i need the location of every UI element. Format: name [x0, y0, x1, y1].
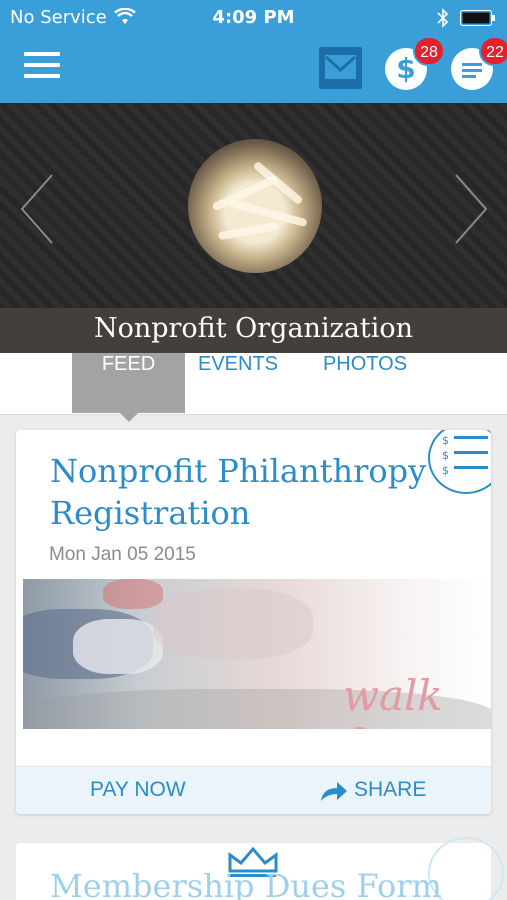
tab-photos[interactable]: PHOTOS — [318, 353, 412, 413]
mail-button[interactable] — [319, 47, 362, 89]
tab-events[interactable]: EVENTS — [192, 353, 284, 413]
svg-text:$: $ — [442, 464, 449, 477]
card-image-caption: walk fo — [343, 671, 443, 729]
mail-icon — [325, 55, 356, 79]
organization-header: Nonprofit Organization — [0, 103, 507, 353]
chevron-right-icon[interactable] — [450, 173, 490, 245]
clock: 4:09 PM — [212, 7, 295, 28]
svg-text:$: $ — [442, 449, 449, 462]
share-arrow-icon — [321, 782, 347, 801]
nav-bar: $ 28 22 — [0, 36, 507, 103]
chevron-left-icon[interactable] — [18, 173, 58, 245]
menu-icon-bar — [24, 63, 60, 67]
feed-card-2: Membership Dues Form — [16, 837, 504, 900]
payments-button[interactable]: $ 28 — [385, 36, 445, 90]
organization-name: Nonprofit Organization — [93, 313, 414, 344]
svg-text:$: $ — [442, 434, 449, 447]
card-image: walk fo — [23, 579, 491, 729]
tab-feed[interactable]: FEED — [72, 353, 185, 422]
pay-now-button[interactable]: PAY NOW — [90, 778, 186, 802]
messages-badge: 22 — [479, 36, 507, 66]
status-bar: No Service 4:09 PM — [0, 0, 507, 36]
card-title[interactable]: Nonprofit Philanthropy Registration — [50, 450, 440, 534]
feed-card: $ $ $ Nonprofit Philanthropy Registratio… — [16, 430, 491, 814]
card-actions: PAY NOW SHARE — [16, 766, 491, 814]
card2-title[interactable]: Membership Dues Form — [50, 867, 442, 900]
organization-avatar — [188, 139, 322, 273]
payments-badge: 28 — [413, 36, 445, 66]
organization-name-bar: Nonprofit Organization — [0, 308, 507, 353]
card-date: Mon Jan 05 2015 — [49, 544, 196, 565]
battery-icon — [460, 10, 495, 26]
bluetooth-icon — [437, 8, 449, 28]
messages-button[interactable]: 22 — [451, 36, 507, 90]
menu-button[interactable] — [24, 52, 60, 86]
menu-icon — [24, 52, 60, 56]
tab-bar: FEED EVENTS PHOTOS — [0, 353, 507, 422]
share-label: SHARE — [354, 778, 427, 801]
menu-icon-bar — [24, 74, 60, 78]
